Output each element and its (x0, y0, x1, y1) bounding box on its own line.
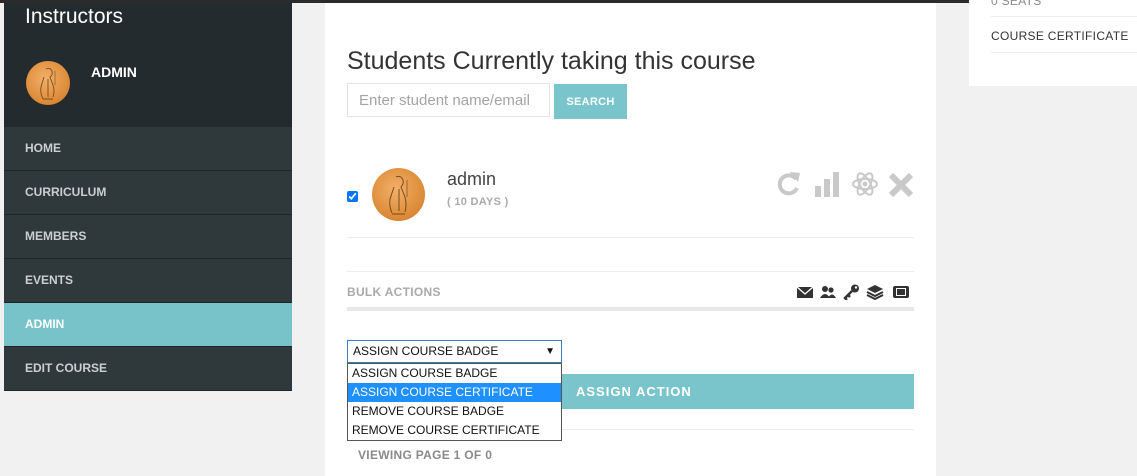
sidebar-item-admin[interactable]: ADMIN (4, 303, 292, 347)
stats-icon[interactable] (814, 170, 840, 198)
key-icon[interactable] (842, 284, 860, 301)
bulk-divider (347, 307, 914, 311)
bulk-actions-bar: BULK ACTIONS (347, 271, 914, 312)
course-certificate-link[interactable]: COURSE CERTIFICATE (991, 29, 1129, 43)
layers-icon[interactable] (866, 284, 884, 301)
bulk-actions-label: BULK ACTIONS (347, 285, 441, 299)
right-panel: 0 SEATS COURSE CERTIFICATE (969, 0, 1137, 86)
email-icon[interactable] (796, 284, 814, 300)
avatar-sketch-icon (389, 175, 408, 215)
sidebar-item-home[interactable]: HOME (4, 127, 292, 171)
bulk-action-dropdown: ASSIGN COURSE BADGE ASSIGN COURSE CERTIF… (347, 363, 562, 441)
chevron-down-icon: ▼ (545, 346, 555, 357)
bulk-action-select-value: ASSIGN COURSE BADGE (353, 344, 499, 358)
atom-icon[interactable] (852, 170, 878, 198)
search-input[interactable] (347, 83, 550, 117)
dropdown-option-assign-certificate[interactable]: ASSIGN COURSE CERTIFICATE (348, 383, 561, 402)
student-name[interactable]: admin (447, 169, 496, 190)
student-row: admin ( 10 DAYS ) (347, 148, 914, 238)
sidebar-item-curriculum[interactable]: CURRICULUM (4, 171, 292, 215)
student-duration: ( 10 DAYS ) (447, 196, 509, 208)
page-title: Students Currently taking this course (347, 46, 756, 75)
student-avatar[interactable] (372, 168, 425, 221)
close-icon[interactable] (888, 170, 914, 198)
sidebar-title: Instructors (25, 5, 124, 28)
pagination-text: VIEWING PAGE 1 OF 0 (358, 448, 493, 462)
sidebar-header: Instructors ADMIN (4, 3, 292, 127)
certificate-icon[interactable] (892, 284, 910, 300)
search-button[interactable]: SEARCH (554, 84, 627, 119)
assign-action-label: ASSIGN ACTION (576, 384, 692, 399)
dropdown-option-assign-badge[interactable]: ASSIGN COURSE BADGE (348, 364, 561, 383)
dropdown-option-remove-badge[interactable]: REMOVE COURSE BADGE (348, 402, 561, 421)
dropdown-option-remove-certificate[interactable]: REMOVE COURSE CERTIFICATE (348, 421, 561, 440)
student-checkbox[interactable] (347, 191, 358, 202)
sidebar: Instructors ADMIN HOME CURRICULUM MEMBER… (4, 3, 292, 391)
avatar-sketch-icon (40, 67, 56, 100)
divider (991, 16, 1137, 17)
sidebar-item-members[interactable]: MEMBERS (4, 215, 292, 259)
assign-action-button[interactable]: ASSIGN ACTION (554, 374, 914, 409)
users-icon[interactable] (819, 284, 837, 300)
sidebar-nav: HOME CURRICULUM MEMBERS EVENTS ADMIN EDI… (4, 127, 292, 391)
bulk-action-select[interactable]: ASSIGN COURSE BADGE ▼ (347, 340, 562, 363)
divider (991, 52, 1137, 53)
sidebar-user-name: ADMIN (91, 64, 137, 80)
seats-count: 0 SEATS (991, 0, 1042, 8)
sidebar-item-edit-course[interactable]: EDIT COURSE (4, 347, 292, 391)
refresh-icon[interactable] (775, 170, 801, 198)
avatar[interactable] (26, 61, 70, 105)
sidebar-item-events[interactable]: EVENTS (4, 259, 292, 303)
main-panel: Students Currently taking this course SE… (325, 3, 936, 476)
